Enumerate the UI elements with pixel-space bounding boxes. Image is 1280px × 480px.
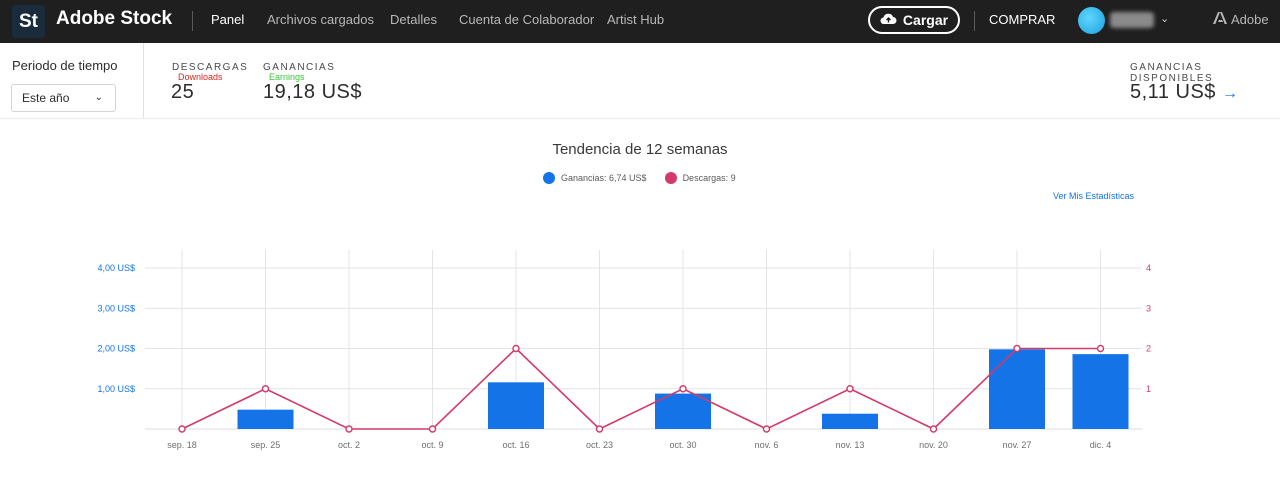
point-downloads bbox=[1096, 344, 1105, 353]
bar-earnings bbox=[237, 409, 294, 429]
point-downloads bbox=[428, 425, 437, 433]
bar-earnings bbox=[989, 349, 1045, 429]
right-axis-tick-label: 4 bbox=[1146, 263, 1151, 273]
right-axis-tick-label: 1 bbox=[1146, 384, 1151, 394]
bar-earnings bbox=[1072, 354, 1129, 429]
point-downloads bbox=[178, 425, 186, 433]
point-downloads bbox=[261, 385, 270, 393]
left-axis-tick-label: 2,00 US$ bbox=[97, 344, 135, 354]
x-axis-tick-label: oct. 16 bbox=[502, 440, 529, 450]
x-axis-tick-label: oct. 2 bbox=[338, 440, 360, 450]
x-axis-tick-label: nov. 13 bbox=[836, 440, 865, 450]
point-downloads bbox=[345, 425, 353, 433]
bar-earnings bbox=[488, 382, 544, 429]
x-axis-tick-label: sep. 18 bbox=[167, 440, 197, 450]
x-axis-tick-label: oct. 9 bbox=[421, 440, 443, 450]
point-downloads bbox=[512, 344, 520, 353]
x-axis-tick-label: dic. 4 bbox=[1090, 440, 1112, 450]
right-axis-tick-label: 3 bbox=[1146, 303, 1151, 313]
x-axis-tick-label: oct. 23 bbox=[586, 440, 613, 450]
point-downloads bbox=[1013, 344, 1021, 353]
x-axis-tick-label: nov. 27 bbox=[1003, 440, 1032, 450]
left-axis-tick-label: 4,00 US$ bbox=[97, 263, 135, 273]
right-axis-tick-label: 2 bbox=[1146, 344, 1151, 354]
x-axis-tick-label: oct. 30 bbox=[669, 440, 696, 450]
trend-chart: 1,00 US$ 1 2,00 US$ 2 3,00 US$ 3 4,00 US$ 4 sep.… bbox=[97, 250, 1151, 450]
point-downloads bbox=[679, 385, 687, 393]
x-axis-tick-label: nov. 20 bbox=[919, 440, 948, 450]
point-downloads bbox=[595, 425, 604, 433]
x-axis-tick-label: sep. 25 bbox=[251, 440, 281, 450]
point-downloads bbox=[846, 385, 854, 393]
point-downloads bbox=[762, 425, 771, 433]
point-downloads bbox=[929, 425, 938, 433]
bar-earnings bbox=[822, 413, 878, 429]
left-axis-tick-label: 3,00 US$ bbox=[97, 303, 135, 313]
left-axis-tick-label: 1,00 US$ bbox=[97, 384, 135, 394]
x-axis-tick-label: nov. 6 bbox=[755, 440, 779, 450]
